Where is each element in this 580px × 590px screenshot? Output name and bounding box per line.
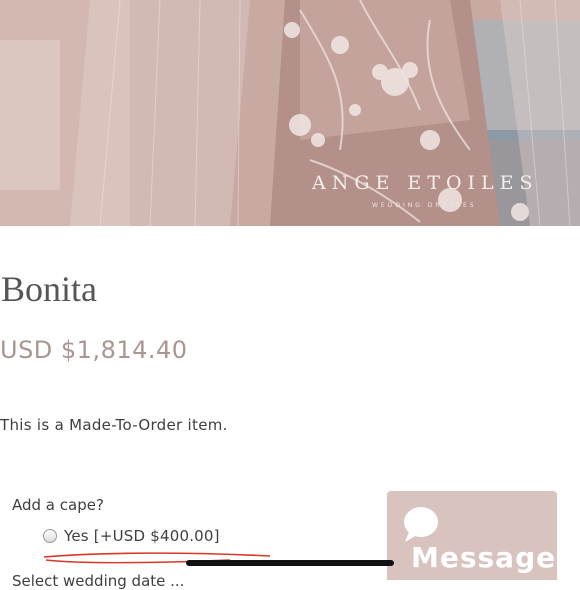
chat-button-label: Message bbox=[411, 541, 557, 574]
product-price: USD $1,814.40 bbox=[0, 336, 188, 364]
chat-bubble-icon bbox=[404, 507, 438, 542]
product-title: Bonita bbox=[1, 269, 97, 309]
made-to-order-note: This is a Made-To-Order item. bbox=[0, 416, 228, 434]
home-indicator[interactable] bbox=[186, 560, 394, 566]
brand-logo-text: ANGE ETOILES bbox=[312, 172, 539, 194]
cape-yes-option[interactable]: Yes [+USD $400.00] bbox=[43, 526, 220, 546]
message-chat-button[interactable]: Message bbox=[387, 491, 557, 580]
cape-option-label: Add a cape? bbox=[12, 496, 104, 514]
cape-yes-label: Yes [+USD $400.00] bbox=[64, 527, 220, 545]
product-hero-image: ANGE ETOILES WEDDING DRESSES bbox=[0, 0, 580, 226]
cape-yes-radio[interactable] bbox=[43, 529, 57, 543]
wedding-date-label: Select wedding date ... bbox=[12, 572, 185, 590]
brand-tagline: WEDDING DRESSES bbox=[372, 202, 477, 209]
